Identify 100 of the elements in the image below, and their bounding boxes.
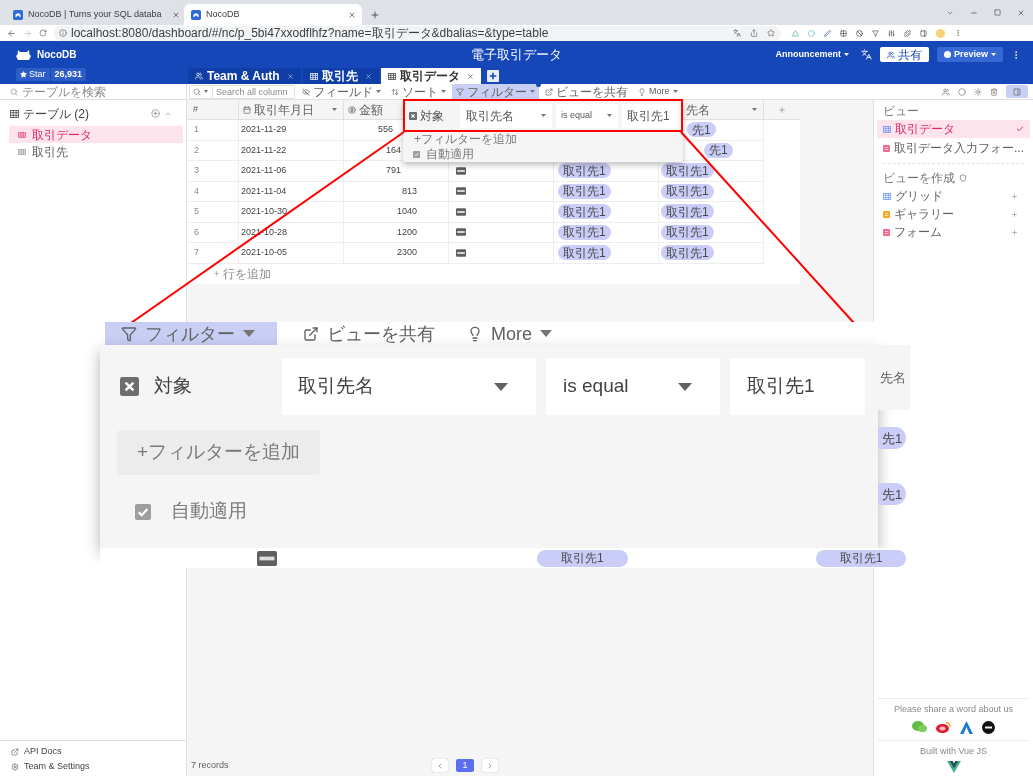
share-icon[interactable] [750, 29, 758, 37]
ring-icon[interactable] [808, 29, 815, 37]
info-icon[interactable] [59, 29, 67, 37]
close-icon[interactable] [348, 10, 356, 19]
value-input[interactable]: 取引先1 [622, 103, 677, 128]
view-list-item[interactable]: 取引データ入力フォー... [877, 139, 1030, 157]
table-list-item[interactable]: 取引先 [9, 143, 183, 160]
linked-record-chip[interactable]: 取引先1 [558, 224, 611, 240]
announcement-button[interactable]: Announcement [775, 47, 849, 62]
field-select[interactable]: 取引先名 [282, 358, 536, 415]
toolbar-button[interactable]: ビューを共有 [297, 322, 441, 345]
puzzle-icon[interactable] [904, 29, 911, 37]
field-select[interactable]: 取引先名 [460, 103, 552, 128]
trash-icon[interactable] [990, 87, 998, 96]
linked-record-chip[interactable]: 取引先1 [558, 245, 611, 261]
table-name: 取引データ [32, 128, 92, 141]
maximize-icon[interactable] [994, 9, 1001, 16]
linked-record-chip[interactable]: 取引先1 [661, 224, 714, 240]
add-column-icon[interactable] [778, 105, 786, 114]
sliders-icon[interactable] [888, 29, 895, 37]
linked-record-chip[interactable]: 取引先1 [558, 183, 611, 199]
side-panel-icon[interactable] [920, 29, 927, 37]
triangle-icon[interactable] [792, 29, 799, 37]
chat-bubbles-icon[interactable] [912, 721, 927, 733]
grid-icon[interactable] [840, 29, 847, 37]
toolbar-button[interactable]: フィルター [452, 84, 539, 99]
linked-record-chip[interactable]: 取引先1 [661, 204, 714, 220]
add-filter-button[interactable]: +フィルターを追加 [412, 132, 519, 145]
operator-select[interactable]: is equal [556, 103, 618, 128]
panel-toggle-button[interactable] [1006, 85, 1028, 98]
remove-filter-icon[interactable] [409, 111, 417, 120]
close-icon[interactable] [364, 72, 372, 80]
linked-record-chip[interactable]: 先1 [687, 122, 716, 138]
linked-record-chip[interactable]: 取引先1 [558, 163, 611, 179]
add-icon[interactable] [151, 109, 160, 118]
sidebar-link[interactable]: API Docs [0, 744, 186, 759]
forward-icon[interactable] [23, 28, 32, 38]
new-tab-icon[interactable] [370, 9, 380, 20]
menu-icon[interactable] [954, 29, 962, 37]
linked-record-chip[interactable]: 先1 [704, 142, 733, 158]
remove-filter-icon[interactable] [120, 377, 139, 396]
sun-icon[interactable] [974, 87, 982, 96]
close-icon[interactable] [466, 72, 474, 80]
column-search-field[interactable]: Search all column [189, 84, 295, 99]
toolbar-button[interactable]: ソート [387, 84, 450, 99]
view-tab[interactable]: Team & Auth [188, 68, 301, 84]
create-view-item[interactable]: グリッド [877, 187, 1030, 205]
checkbox[interactable] [413, 150, 420, 158]
people-icon[interactable] [942, 87, 950, 96]
toolbar-button[interactable]: More [634, 84, 682, 99]
close-icon[interactable] [171, 10, 180, 19]
funnel-icon[interactable] [872, 29, 879, 37]
linked-record-chip[interactable]: 取引先1 [661, 163, 714, 179]
v-logo-icon[interactable] [946, 761, 961, 773]
ring-icon[interactable] [958, 87, 966, 96]
reload-icon[interactable] [39, 29, 47, 37]
preview-button[interactable]: Preview [936, 47, 1003, 62]
browser-tab[interactable]: NocoDB [184, 4, 362, 25]
linked-record-chip[interactable]: 取引先1 [661, 183, 714, 199]
share-button[interactable]: 共有 [879, 47, 929, 62]
toolbar-button[interactable]: フィルター [105, 322, 277, 345]
star-button[interactable]: Star [16, 68, 50, 81]
view-tab[interactable]: 取引データ [380, 68, 481, 84]
swirl-icon[interactable] [936, 721, 951, 733]
add-filter-button[interactable]: +フィルターを追加 [117, 430, 321, 475]
checkbox[interactable] [135, 503, 151, 520]
circle-logo-icon[interactable] [982, 720, 995, 734]
linked-record-chip[interactable]: 取引先1 [661, 245, 714, 261]
peak-icon[interactable] [960, 720, 973, 734]
linked-record-chip[interactable]: 先1 [878, 483, 907, 505]
back-icon[interactable] [7, 28, 16, 38]
view-tab[interactable]: 取引先 [302, 68, 379, 84]
translate-icon[interactable] [860, 49, 872, 60]
bookmark-star-icon[interactable] [767, 29, 775, 37]
create-view-item[interactable]: ギャラリー [877, 205, 1030, 223]
ban-icon[interactable] [856, 29, 863, 37]
toolbar-button[interactable]: More [461, 322, 558, 345]
linked-record-chip[interactable]: 先1 [878, 427, 907, 449]
table-search-field[interactable]: テーブルを検索 [22, 84, 182, 99]
value-input[interactable]: 取引先1 [730, 358, 865, 415]
sidebar-link[interactable]: Team & Settings [0, 759, 186, 774]
operator-select[interactable]: is equal [546, 358, 720, 415]
pen-icon[interactable] [824, 29, 831, 37]
toolbar-button[interactable]: ビューを共有 [541, 84, 632, 99]
chevron-right-icon [486, 761, 494, 770]
close-window-icon[interactable] [1017, 8, 1025, 17]
page-button[interactable]: 1 [456, 759, 474, 772]
address-bar[interactable]: localhost:8080/dashboard/#/nc/p_5bi47xxodflhfz?name=取引データ&dbalias=&type=table [54, 25, 781, 41]
add-row-button[interactable]: 行を追加 [213, 267, 271, 280]
add-tab-icon[interactable] [486, 70, 499, 82]
toolbar-button[interactable]: フィールド [298, 84, 385, 99]
close-icon[interactable] [286, 72, 294, 80]
translate-icon[interactable] [733, 29, 741, 37]
view-list-item[interactable]: 取引データ [877, 120, 1030, 138]
create-view-item[interactable]: フォーム [877, 223, 1030, 241]
linked-record-chip[interactable]: 取引先1 [558, 204, 611, 220]
linked-record-chip[interactable]: 取引先1 [815, 549, 907, 567]
linked-record-chip[interactable]: 取引先1 [537, 549, 628, 567]
eye-off-icon [302, 87, 310, 96]
table-list-item[interactable]: 取引データ [9, 126, 183, 143]
